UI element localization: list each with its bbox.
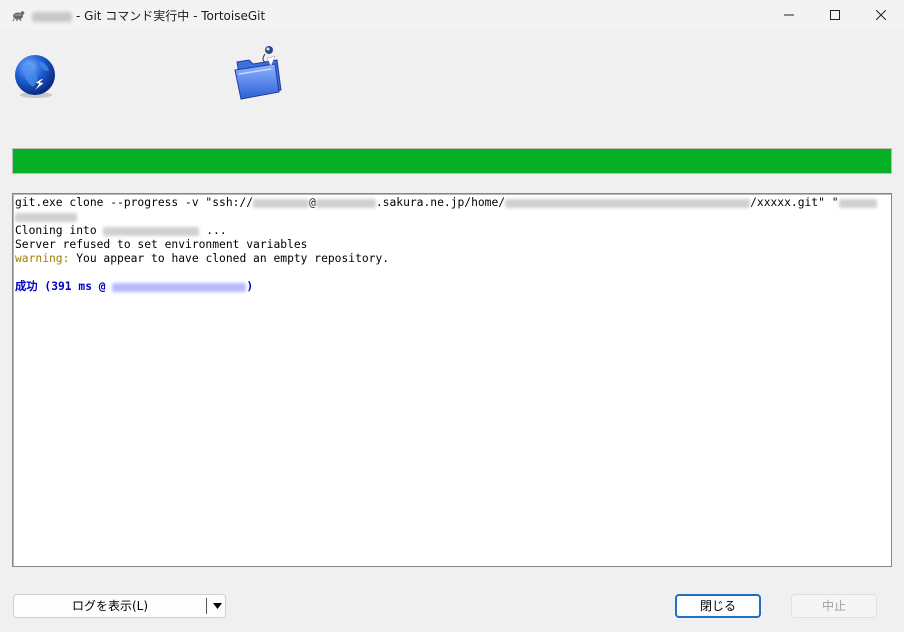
split-separator [206,598,207,614]
redacted-host [315,198,376,208]
redacted-dest [838,198,877,208]
show-log-split-button[interactable]: ログを表示(L) [13,594,226,618]
redacted-path [505,198,751,208]
log-output[interactable]: git.exe clone --progress -v "ssh://@ .sak… [12,193,892,567]
title-bar: - Git コマンド実行中 - TortoiseGit [0,0,904,30]
redacted-user [253,198,310,208]
redacted-dest-cont [15,212,77,222]
globe-remote-icon [13,53,59,99]
minimize-button[interactable] [766,0,812,30]
close-icon [876,10,886,20]
tortoisegit-turtle-icon [10,7,26,23]
log-line-cloning: Cloning into ... [15,224,227,237]
folder-clone-icon [231,42,285,100]
redacted-clone-target [103,226,200,236]
chevron-down-icon [212,603,222,609]
log-line-warning: warning: You appear to have cloned an em… [15,252,390,265]
log-line-command-wrap [15,210,889,224]
maximize-button[interactable] [812,0,858,30]
close-window-button[interactable] [858,0,904,30]
log-line-server: Server refused to set environment variab… [15,238,308,251]
warning-label: warning: [15,252,70,265]
dropdown-arrow-button[interactable] [210,595,224,617]
maximize-icon [830,10,840,20]
show-log-button-label[interactable]: ログを表示(L) [14,595,206,617]
log-line-blank [15,266,889,280]
progress-bar [12,148,892,174]
redacted-repo-name [32,11,72,22]
log-line-success: 成功 (391 ms @ ) [15,280,254,293]
redacted-timestamp [112,282,247,292]
window-title: - Git コマンド実行中 - TortoiseGit [32,7,265,24]
log-line-command: git.exe clone --progress -v "ssh://@ .sak… [15,196,889,210]
minimize-icon [784,14,794,16]
close-button[interactable]: 閉じる [675,594,761,618]
abort-button[interactable]: 中止 [791,594,877,618]
